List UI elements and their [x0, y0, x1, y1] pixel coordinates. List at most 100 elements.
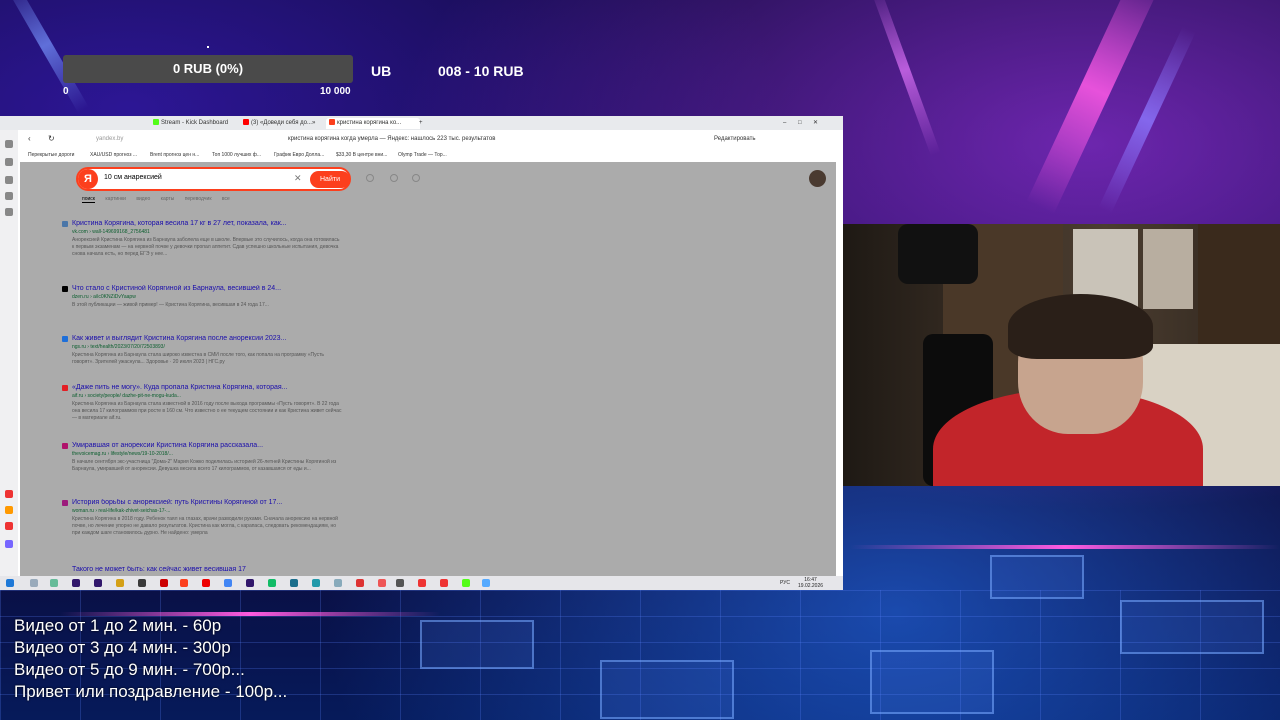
result-title[interactable]: История борьбы с анорексией: путь Кристи… [72, 499, 342, 506]
neon-beam [869, 0, 941, 157]
avatar[interactable] [809, 170, 826, 187]
sidebar-app-icon[interactable] [5, 506, 13, 514]
browser-tab[interactable]: Stream - Kick Dashboard [150, 118, 240, 129]
sidebar-app-icon[interactable] [5, 522, 13, 530]
result-title[interactable]: Что стало с Кристиной Корягиной из Барна… [72, 285, 342, 292]
result-title[interactable]: Умиравшая от анорексии Кристина Корягина… [72, 442, 342, 449]
bookmark-item[interactable]: График Евро Долла... [274, 152, 324, 158]
tab-maps[interactable]: карты [161, 196, 175, 202]
browser-tab[interactable]: (3) «Доведи себя до...» [240, 118, 326, 129]
vk-icon [62, 221, 68, 227]
tab-translate[interactable]: переводчик [185, 196, 212, 202]
window-close-button[interactable]: ✕ [810, 118, 821, 129]
taskbar-app-icon[interactable] [50, 579, 58, 587]
sidebar-app-icon[interactable] [5, 208, 13, 216]
result-url[interactable]: dzen.ru › a/ic0KNZiDvYaapw [72, 294, 342, 300]
taskbar-app-icon[interactable] [356, 579, 364, 587]
bookmark-item[interactable]: XAU/USD прогноз ... [90, 152, 137, 158]
taskbar-app-icon[interactable] [290, 579, 298, 587]
taskbar-app-icon[interactable] [138, 579, 146, 587]
yandex-logo-icon[interactable]: Я [78, 169, 98, 189]
taskbar-app-icon[interactable] [94, 579, 102, 587]
mic-icon[interactable] [366, 174, 374, 182]
taskbar-app-icon[interactable] [396, 579, 404, 587]
result-url[interactable]: woman.ru › real-life/kak-zhivet-seichas-… [72, 508, 342, 514]
bookmark-item[interactable]: Перекрытые дороги [28, 152, 74, 158]
language-indicator[interactable]: РУС [780, 580, 790, 586]
tab-images[interactable]: картинки [105, 196, 126, 202]
chrome-icon[interactable] [224, 579, 232, 587]
taskbar-app-icon[interactable] [30, 579, 38, 587]
taskbar-app-icon[interactable] [418, 579, 426, 587]
donation-progress-bar: 0 RUB (0%) [63, 55, 353, 83]
taskbar-app-icon[interactable] [440, 579, 448, 587]
taskbar-app-icon[interactable] [378, 579, 386, 587]
sidebar-app-icon[interactable] [5, 490, 13, 498]
start-icon[interactable] [6, 579, 14, 587]
obs-icon[interactable] [160, 579, 168, 587]
reload-icon[interactable]: ↻ [48, 134, 55, 143]
search-result: История борьбы с анорексией: путь Кристи… [62, 499, 342, 537]
sidebar-app-icon[interactable] [5, 176, 13, 184]
result-title[interactable]: Кристина Корягина, которая весила 17 кг … [72, 220, 342, 227]
neon-tile [870, 650, 994, 714]
donation-min-value: 0 [63, 86, 69, 97]
result-snippet: В этой публикации — живой пример! — Крис… [72, 302, 269, 308]
search-result: Кристина Корягина, которая весила 17 кг … [62, 220, 342, 258]
premiere-icon[interactable] [72, 579, 80, 587]
window-minimize-button[interactable]: – [780, 118, 789, 129]
taskbar-app-icon[interactable] [268, 579, 276, 587]
tab-video[interactable]: видео [136, 196, 150, 202]
result-snippet: Анорексией Кристина Корягина из Барнаула… [72, 237, 340, 257]
result-url[interactable]: vk.com › wall-149699168_2756481 [72, 229, 342, 235]
streamer-hair [1008, 294, 1153, 359]
sidebar-app-icon[interactable] [5, 140, 13, 148]
screen-capture: Stream - Kick Dashboard (3) «Доведи себя… [0, 116, 843, 590]
sidebar-app-icon[interactable] [5, 158, 13, 166]
bookmark-item[interactable]: Olymp Trade — Тор... [398, 152, 447, 158]
result-title[interactable]: Такого не может быть: как сейчас живет в… [72, 566, 342, 573]
result-snippet: Кристина Корягина из Барнаула стала изве… [72, 401, 342, 421]
search-button[interactable]: Найти [310, 171, 350, 188]
bookmark-item[interactable]: $33,30 В центре вни... [336, 152, 387, 158]
opera-icon[interactable] [202, 579, 210, 587]
taskbar-clock[interactable]: 16:47 19.02.2026 [798, 577, 823, 589]
neon-tile [1120, 600, 1264, 654]
dzen-icon [62, 286, 68, 292]
edit-button[interactable]: Редактировать [714, 136, 755, 142]
tab-search[interactable]: поиск [82, 196, 95, 203]
settings-icon[interactable] [412, 174, 420, 182]
search-input[interactable]: 10 см анарексией [104, 174, 162, 181]
search-result: Такого не может быть: как сейчас живет в… [72, 566, 342, 573]
taskbar-app-icon[interactable] [334, 579, 342, 587]
taskbar-app-icon[interactable] [482, 579, 490, 587]
taskbar-app-icon[interactable] [246, 579, 254, 587]
kick-icon[interactable] [462, 579, 470, 587]
result-url[interactable]: aif.ru › society/people/ dazhe-pit-ne-mo… [72, 393, 342, 399]
microphone-arm [898, 224, 978, 284]
bookmark-item[interactable]: Топ 1000 лучших ф... [212, 152, 261, 158]
neon-tile [420, 620, 534, 669]
woman-icon [62, 500, 68, 506]
result-url[interactable]: thevoicemag.ru › lifestyle/news/19-10-20… [72, 451, 342, 457]
result-title[interactable]: Как живет и выглядит Кристина Корягина п… [72, 335, 342, 342]
result-title[interactable]: «Даже пить не могу». Куда пропала Кристи… [72, 384, 342, 391]
clear-icon[interactable]: ✕ [294, 173, 302, 184]
browser-tab-active[interactable]: кристина корягина ко... [326, 118, 420, 129]
back-icon[interactable]: ‹ [28, 134, 31, 143]
window-maximize-button[interactable]: □ [795, 118, 805, 129]
bookmarks-bar: Перекрытые дороги XAU/USD прогноз ... Br… [18, 149, 843, 161]
search-result: Что стало с Кристиной Корягиной из Барна… [62, 285, 342, 309]
sidebar-app-icon[interactable] [5, 192, 13, 200]
yandex-browser-icon[interactable] [180, 579, 188, 587]
bookmark-item[interactable]: Brent прогноз цен н... [150, 152, 199, 158]
url-field[interactable]: yandex.by [96, 136, 123, 142]
tab-all[interactable]: все [222, 196, 230, 202]
sidebar-app-icon[interactable] [5, 540, 13, 548]
camera-icon[interactable] [390, 174, 398, 182]
result-url[interactable]: ngs.ru › text/health/2023/07/20/72503893… [72, 344, 342, 350]
taskbar-app-icon[interactable] [116, 579, 124, 587]
new-tab-button[interactable]: + [416, 118, 426, 129]
telegram-icon[interactable] [312, 579, 320, 587]
donation-partial-label: UB [371, 63, 392, 79]
